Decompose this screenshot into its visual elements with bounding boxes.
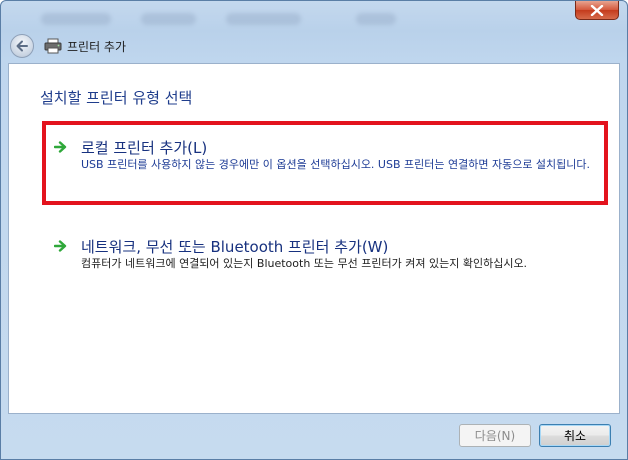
blurred-background-text [356,13,396,25]
blurred-background-text [41,13,111,25]
close-button[interactable] [575,1,619,20]
printer-icon [44,38,62,54]
next-button[interactable]: 다음(N) [459,424,531,447]
back-button[interactable] [10,34,34,58]
blurred-background-text [226,13,301,25]
close-icon [590,4,604,16]
window-title: 프린터 추가 [67,40,127,54]
add-network-printer-link[interactable]: 네트워크, 무선 또는 Bluetooth 프린터 추가(W) [81,236,388,257]
option-description: 컴퓨터가 네트워크에 연결되어 있는지 Bluetooth 또는 무선 프린터가… [81,257,528,270]
highlight-box [42,121,608,205]
page-heading: 설치할 프린터 유형 선택 [40,89,193,107]
button-bar: 다음(N) 취소 [8,414,620,459]
cancel-button[interactable]: 취소 [539,424,611,447]
back-arrow-icon [16,40,28,52]
navigation-bar: 프린터 추가 [8,31,620,61]
green-arrow-icon [54,240,67,252]
add-printer-window: 프린터 추가 설치할 프린터 유형 선택 로컬 프린터 추가(L) USB 프린… [0,0,628,460]
blurred-background-text [141,13,196,25]
